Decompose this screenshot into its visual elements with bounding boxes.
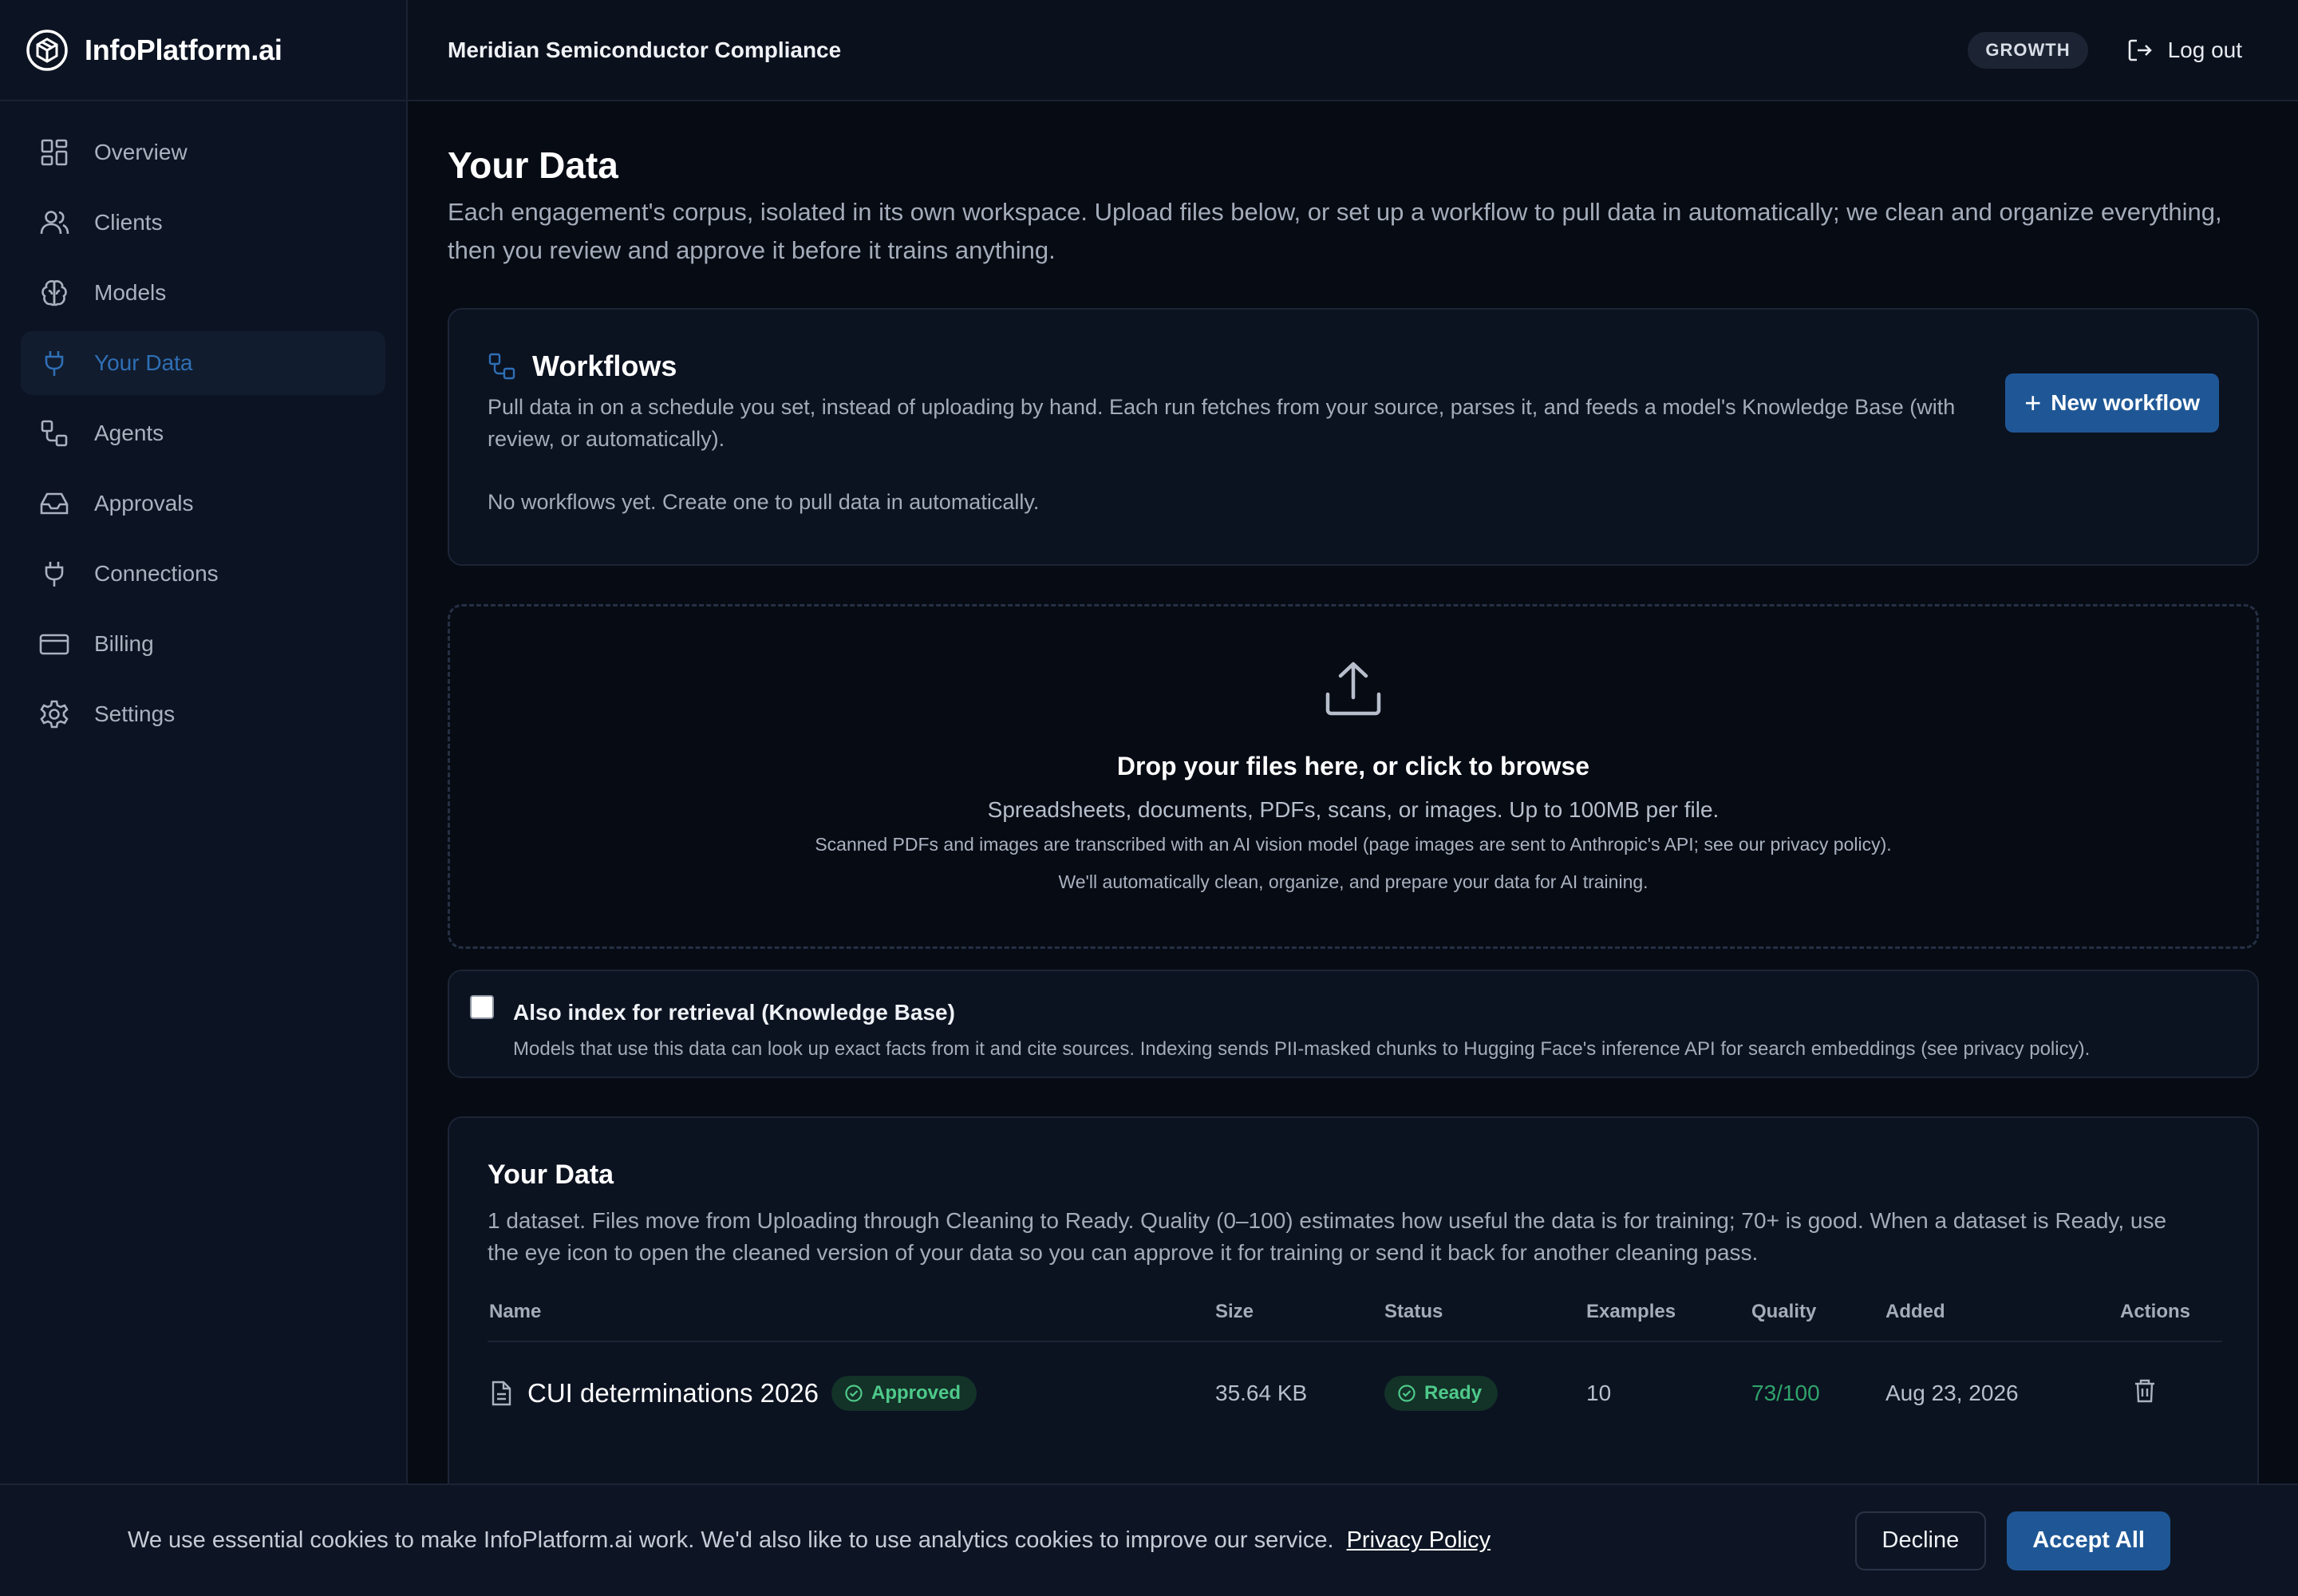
datasets-title: Your Data	[488, 1159, 614, 1190]
sidebar-item-label: Overview	[94, 140, 188, 164]
workflows-empty-state: No workflows yet. Create one to pull dat…	[488, 490, 1040, 514]
dataset-name-cell: CUI determinations 2026 Approved	[488, 1376, 1215, 1411]
sidebar-item-overview[interactable]: Overview	[21, 120, 385, 184]
inbox-icon	[38, 488, 70, 519]
file-dropzone[interactable]: Drop your files here, or click to browse…	[448, 604, 2259, 949]
sidebar-item-clients[interactable]: Clients	[21, 191, 385, 255]
sidebar-item-label: Approvals	[94, 491, 194, 516]
sidebar-item-your-data[interactable]: Your Data	[21, 331, 385, 395]
decline-cookies-button[interactable]: Decline	[1854, 1511, 1987, 1570]
column-header[interactable]: Status	[1384, 1301, 1586, 1323]
index-option-description: Models that use this data can look up ex…	[513, 1038, 2091, 1060]
new-workflow-label: New workflow	[2051, 390, 2200, 415]
dataset-examples: 10	[1586, 1381, 1612, 1405]
datasets-description: 1 dataset. Files move from Uploading thr…	[488, 1208, 2167, 1265]
table-header: Name Size Status Examples Quality Added …	[488, 1301, 2222, 1342]
workflow-icon	[38, 417, 70, 449]
plug-icon	[38, 347, 70, 379]
new-workflow-button[interactable]: + New workflow	[2005, 373, 2219, 433]
privacy-policy-link[interactable]: Privacy Policy	[1347, 1527, 1491, 1553]
trash-icon[interactable]	[2131, 1377, 2158, 1404]
sidebar-item-approvals[interactable]: Approvals	[21, 472, 385, 535]
index-retrieval-checkbox[interactable]	[470, 995, 494, 1019]
sidebar: InfoPlatform.ai Overview Clients Models …	[0, 0, 408, 1596]
sidebar-item-billing[interactable]: Billing	[21, 612, 385, 676]
status-badge: Ready	[1384, 1376, 1498, 1411]
column-header[interactable]: Quality	[1751, 1301, 1885, 1323]
sidebar-nav: Overview Clients Models Your Data Agents	[0, 101, 406, 772]
brain-icon	[38, 277, 70, 309]
sidebar-item-label: Clients	[94, 210, 163, 235]
dropzone-title: Drop your files here, or click to browse	[1116, 752, 1590, 780]
file-icon	[492, 1381, 511, 1406]
grid-icon	[38, 136, 70, 168]
brand-name: InfoPlatform.ai	[85, 33, 282, 66]
cookie-text: We use essential cookies to make InfoPla…	[128, 1527, 1334, 1553]
sidebar-item-connections[interactable]: Connections	[21, 542, 385, 606]
plug-icon	[38, 558, 70, 590]
cookie-banner: We use essential cookies to make InfoPla…	[0, 1483, 2298, 1596]
column-header[interactable]: Name	[488, 1301, 1215, 1323]
page-title: Your Data	[448, 144, 618, 186]
index-option-label: Also index for retrieval (Knowledge Base…	[513, 1000, 955, 1025]
credit-card-icon	[38, 628, 70, 660]
upload-icon	[1325, 662, 1381, 716]
column-header[interactable]: Added	[1885, 1301, 2115, 1323]
sidebar-item-label: Settings	[94, 701, 176, 726]
column-header[interactable]: Examples	[1586, 1301, 1751, 1323]
sidebar-item-label: Agents	[94, 421, 164, 445]
dataset-quality: 73/100	[1751, 1381, 1820, 1405]
org-name: Meridian Semiconductor Compliance	[448, 37, 842, 62]
dataset-size: 35.64 KB	[1215, 1381, 1308, 1405]
logout-icon	[2128, 39, 2152, 61]
sidebar-item-models[interactable]: Models	[21, 261, 385, 325]
workflows-header: Workflows	[488, 350, 2219, 383]
workflows-description: Pull data in on a schedule you set, inst…	[488, 395, 1956, 451]
plus-icon: +	[2024, 386, 2042, 419]
cookie-message: We use essential cookies to make InfoPla…	[128, 1527, 1855, 1554]
index-option-text: Also index for retrieval (Knowledge Base…	[513, 994, 2090, 1060]
sidebar-item-label: Billing	[94, 631, 154, 656]
table-row[interactable]: CUI determinations 2026 Approved 35.64 K…	[488, 1342, 2222, 1444]
datasets-table: Name Size Status Examples Quality Added …	[488, 1301, 2222, 1444]
logout-label: Log out	[2167, 37, 2242, 62]
dataset-name[interactable]: CUI determinations 2026	[527, 1378, 819, 1408]
approved-badge: Approved	[831, 1376, 977, 1411]
sidebar-item-label: Models	[94, 280, 167, 305]
sidebar-item-label: Your Data	[94, 350, 193, 375]
brand[interactable]: InfoPlatform.ai	[0, 0, 406, 101]
check-circle-icon	[1398, 1385, 1416, 1402]
knowledge-base-option: Also index for retrieval (Knowledge Base…	[448, 970, 2259, 1078]
dataset-status-cell: Ready	[1384, 1376, 1586, 1411]
column-header: Actions	[2119, 1301, 2190, 1322]
dropzone-note: Scanned PDFs and images are transcribed …	[815, 834, 1892, 855]
dataset-actions	[2115, 1377, 2222, 1410]
sidebar-item-settings[interactable]: Settings	[21, 682, 385, 746]
logout-button[interactable]: Log out	[2126, 37, 2242, 64]
sidebar-item-label: Connections	[94, 561, 219, 586]
sidebar-item-agents[interactable]: Agents	[21, 401, 385, 465]
plan-badge: GROWTH	[1968, 31, 2088, 69]
dataset-added: Aug 23, 2026	[1885, 1381, 2019, 1405]
dropzone-note: We'll automatically clean, organize, and…	[1058, 871, 1648, 892]
main-content: Your Data Each engagement's corpus, isol…	[448, 101, 2259, 1563]
accept-cookies-button[interactable]: Accept All	[2007, 1511, 2170, 1570]
column-header[interactable]: Size	[1215, 1301, 1384, 1323]
cube-logo-icon	[26, 29, 68, 71]
page-description: Each engagement's corpus, isolated in it…	[448, 198, 2222, 264]
gear-icon	[38, 698, 70, 730]
workflows-card: Workflows Pull data in on a schedule you…	[448, 308, 2259, 566]
workflows-title: Workflows	[532, 350, 677, 382]
workflow-icon	[488, 353, 515, 380]
approved-badge-label: Approved	[871, 1382, 961, 1404]
status-badge-label: Ready	[1424, 1382, 1483, 1404]
top-bar: Meridian Semiconductor Compliance GROWTH…	[408, 0, 2298, 101]
users-icon	[38, 207, 70, 239]
check-circle-icon	[845, 1385, 863, 1402]
dropzone-subtitle: Spreadsheets, documents, PDFs, scans, or…	[987, 797, 1720, 822]
